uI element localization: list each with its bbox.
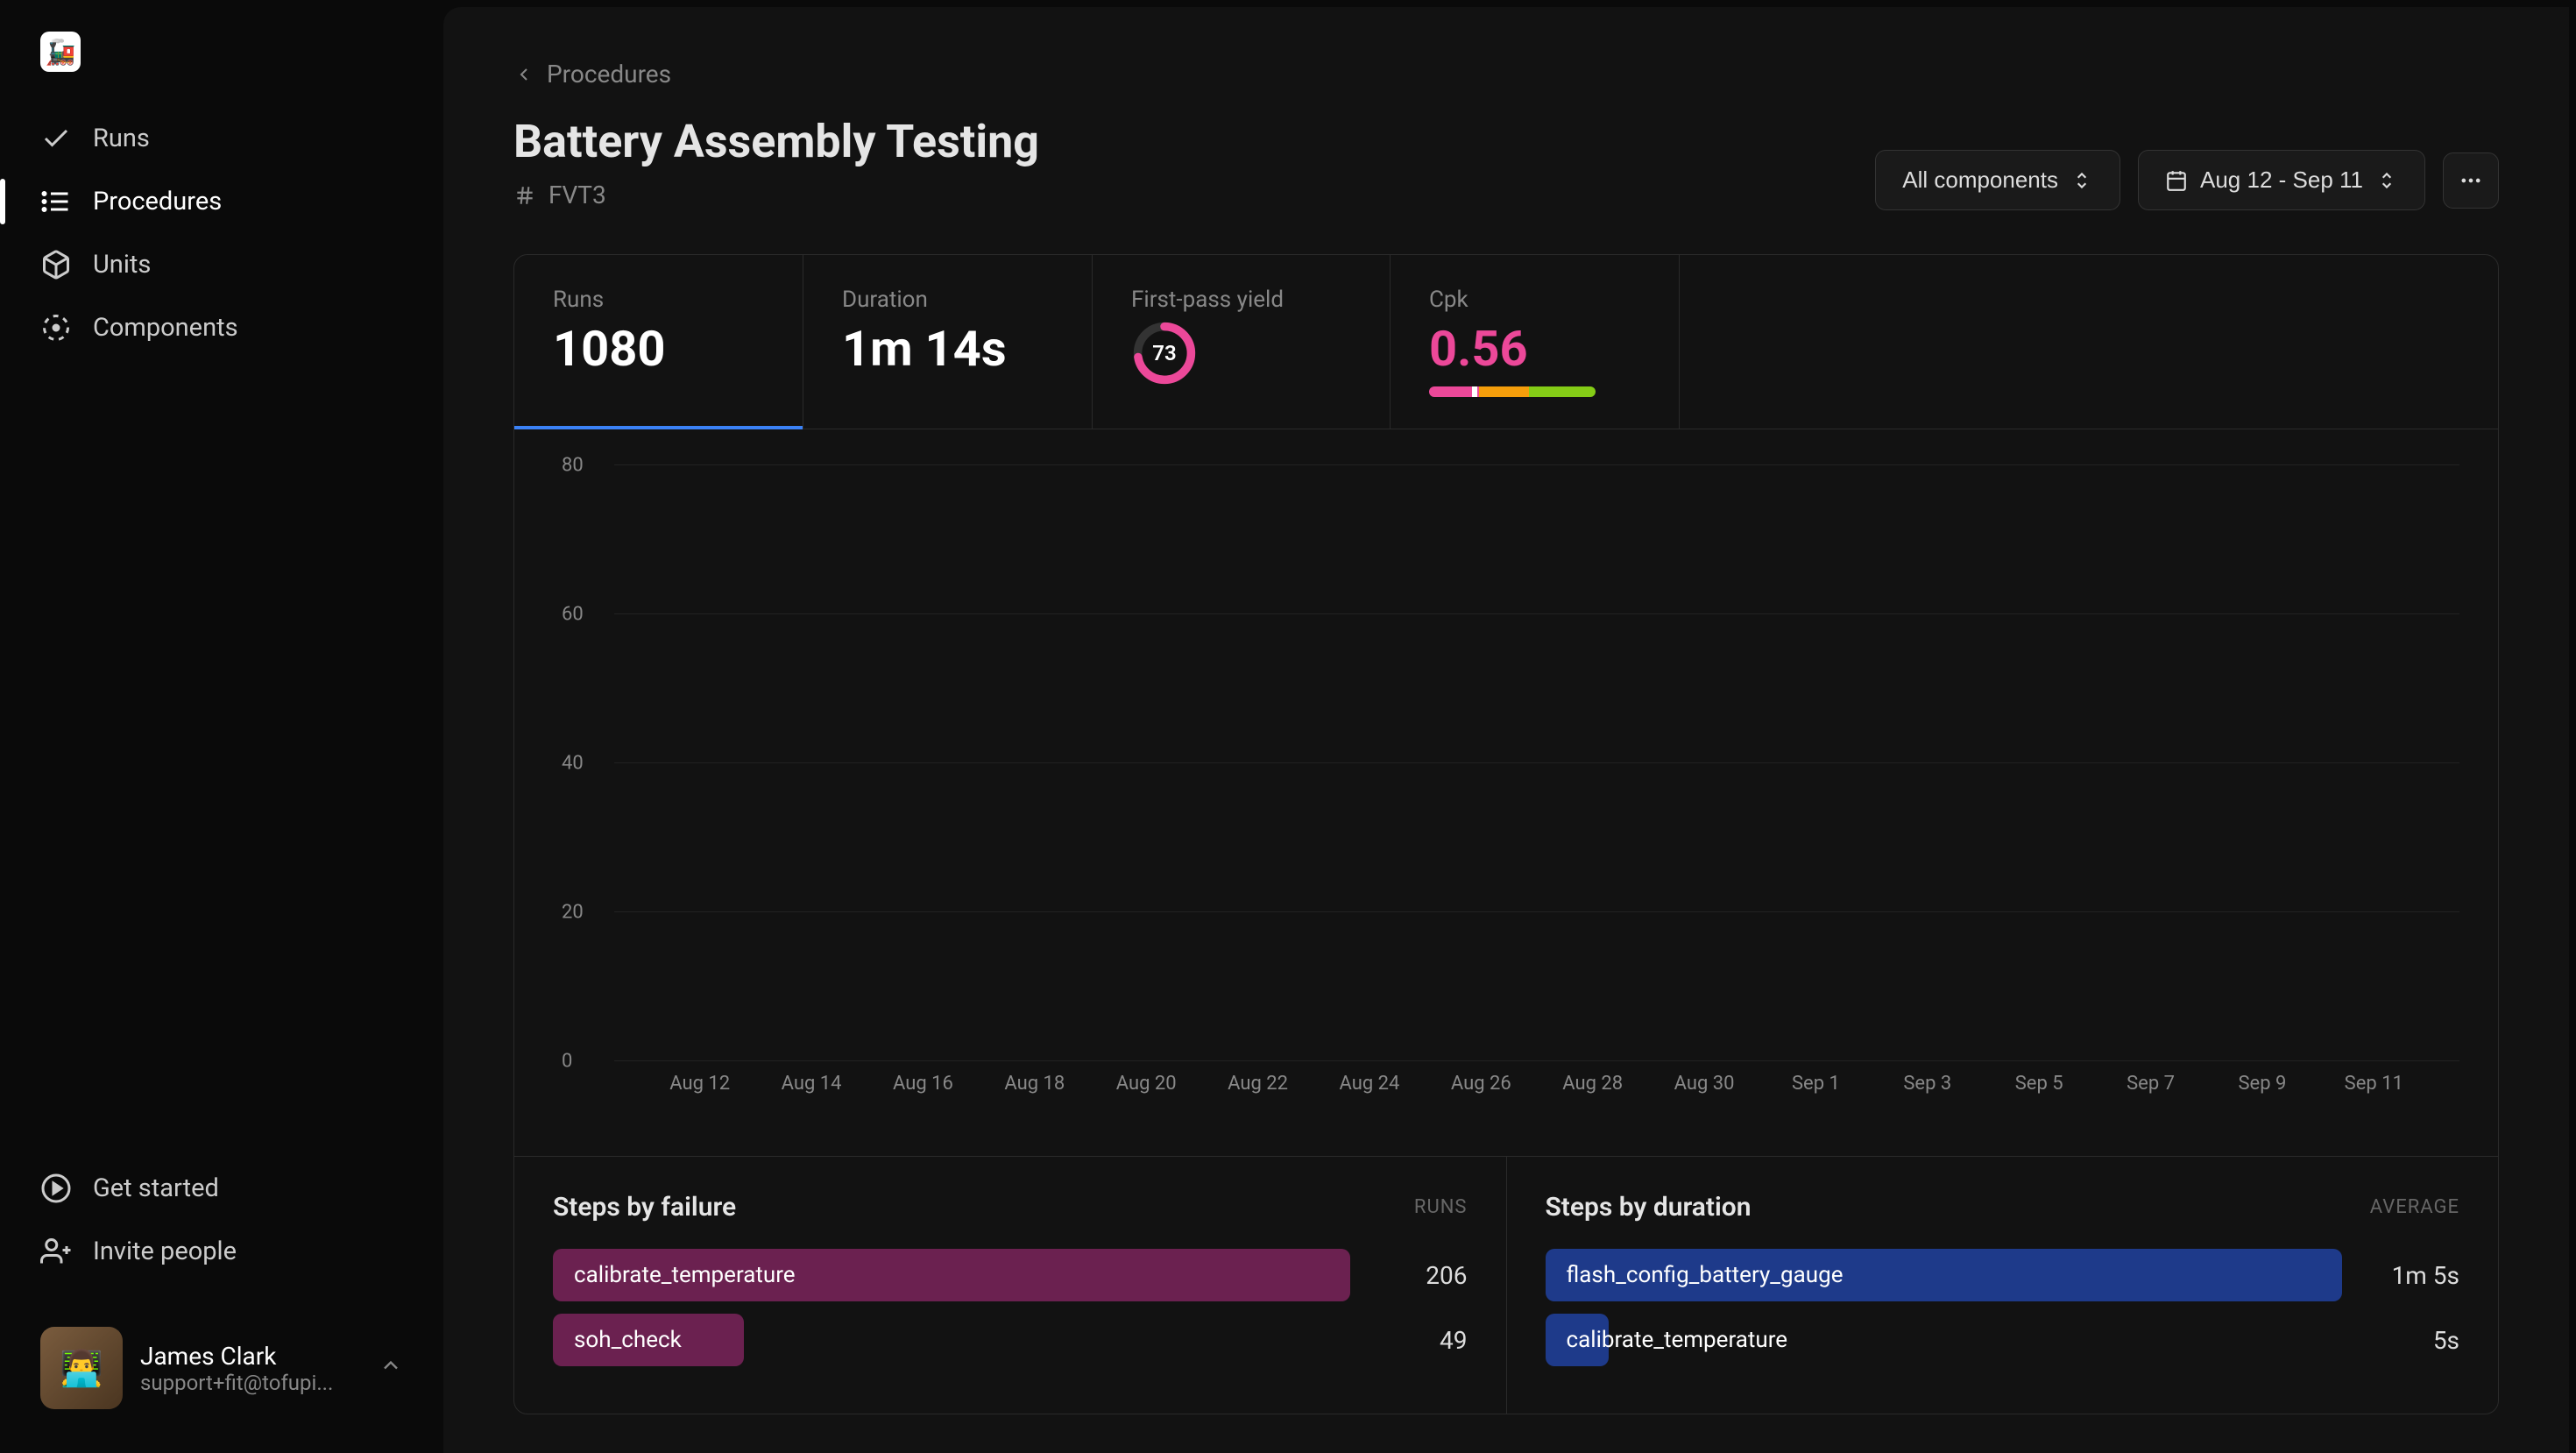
nav-item-procedures[interactable]: Procedures bbox=[0, 170, 443, 233]
avatar: 👨‍💻 bbox=[40, 1327, 123, 1409]
yield-gauge: 73 bbox=[1131, 320, 1198, 386]
nav-item-runs[interactable]: Runs bbox=[0, 107, 443, 170]
sidebar: 🚂 RunsProceduresUnitsComponents Get star… bbox=[0, 0, 443, 1453]
nav-item-get-started[interactable]: Get started bbox=[0, 1157, 443, 1220]
components-filter[interactable]: All components bbox=[1875, 150, 2120, 210]
target-icon bbox=[40, 312, 72, 344]
x-tick-label: Aug 14 bbox=[761, 1073, 861, 1095]
cpk-bar bbox=[1429, 386, 1596, 397]
check-icon bbox=[40, 123, 72, 154]
step-row[interactable]: flash_config_battery_gauge1m 5s bbox=[1546, 1249, 2460, 1301]
date-range-picker[interactable]: Aug 12 - Sep 11 bbox=[2138, 150, 2425, 210]
user-menu[interactable]: 👨‍💻 James Clark support+fit@tofupi... bbox=[0, 1309, 443, 1427]
gridline: 0 bbox=[614, 1060, 2459, 1061]
main-nav: RunsProceduresUnitsComponents bbox=[0, 107, 443, 359]
sort-icon bbox=[2070, 169, 2093, 192]
x-tick-label: Aug 16 bbox=[873, 1073, 973, 1095]
bottom-nav: Get startedInvite people bbox=[0, 1157, 443, 1283]
breadcrumb[interactable]: Procedures bbox=[513, 60, 2499, 89]
more-horizontal-icon bbox=[2459, 168, 2483, 193]
user-plus-icon bbox=[40, 1236, 72, 1267]
page-title: Battery Assembly Testing bbox=[513, 115, 1039, 168]
x-tick-label: Sep 9 bbox=[2212, 1073, 2312, 1095]
x-tick-label: Aug 28 bbox=[1542, 1073, 1643, 1095]
stat-duration[interactable]: Duration 1m 14s bbox=[803, 255, 1093, 429]
x-tick-label: Aug 22 bbox=[1207, 1073, 1308, 1095]
chevron-up-icon bbox=[379, 1353, 403, 1384]
x-tick-label: Sep 5 bbox=[1989, 1073, 2090, 1095]
sort-icon bbox=[2375, 169, 2398, 192]
x-tick-label: Aug 12 bbox=[649, 1073, 750, 1095]
stats-card: Runs 1080 Duration 1m 14s First-pass yie… bbox=[513, 254, 2499, 1414]
nav-item-components[interactable]: Components bbox=[0, 296, 443, 359]
more-button[interactable] bbox=[2443, 152, 2499, 209]
nav-item-units[interactable]: Units bbox=[0, 233, 443, 296]
steps-by-duration-panel: Steps by duration AVERAGE flash_config_b… bbox=[1507, 1157, 2499, 1414]
x-tick-label: Aug 20 bbox=[1096, 1073, 1197, 1095]
page-code: FVT3 bbox=[548, 181, 606, 209]
hash-icon bbox=[513, 184, 536, 207]
stat-yield[interactable]: First-pass yield 73 bbox=[1093, 255, 1391, 429]
x-tick-label: Aug 24 bbox=[1319, 1073, 1419, 1095]
breadcrumb-parent: Procedures bbox=[547, 60, 671, 89]
stat-runs[interactable]: Runs 1080 bbox=[514, 255, 803, 429]
steps-by-failure-panel: Steps by failure RUNS calibrate_temperat… bbox=[514, 1157, 1507, 1414]
x-tick-label: Sep 1 bbox=[1766, 1073, 1866, 1095]
user-email: support+fit@tofupi... bbox=[140, 1371, 361, 1395]
list-icon bbox=[40, 186, 72, 217]
stat-empty bbox=[1680, 255, 2498, 429]
app-logo[interactable]: 🚂 bbox=[40, 32, 81, 72]
step-row[interactable]: calibrate_temperature206 bbox=[553, 1249, 1468, 1301]
play-icon bbox=[40, 1173, 72, 1204]
x-tick-label: Aug 26 bbox=[1431, 1073, 1532, 1095]
box-icon bbox=[40, 249, 72, 280]
main-content: Procedures Battery Assembly Testing FVT3… bbox=[443, 7, 2569, 1453]
x-tick-label: Sep 3 bbox=[1877, 1073, 1978, 1095]
runs-chart: 020406080 Aug 12Aug 14Aug 16Aug 18Aug 20… bbox=[514, 429, 2498, 1156]
step-row[interactable]: soh_check49 bbox=[553, 1314, 1468, 1366]
x-tick-label: Aug 30 bbox=[1653, 1073, 1754, 1095]
calendar-icon bbox=[2165, 169, 2188, 192]
chevron-left-icon bbox=[513, 64, 534, 85]
stat-cpk[interactable]: Cpk 0.56 bbox=[1391, 255, 1680, 429]
user-name: James Clark bbox=[140, 1342, 361, 1371]
x-tick-label: Aug 18 bbox=[984, 1073, 1085, 1095]
step-row[interactable]: calibrate_temperature5s bbox=[1546, 1314, 2460, 1366]
x-tick-label: Sep 11 bbox=[2324, 1073, 2424, 1095]
x-tick-label: Sep 7 bbox=[2100, 1073, 2201, 1095]
nav-item-invite-people[interactable]: Invite people bbox=[0, 1220, 443, 1283]
